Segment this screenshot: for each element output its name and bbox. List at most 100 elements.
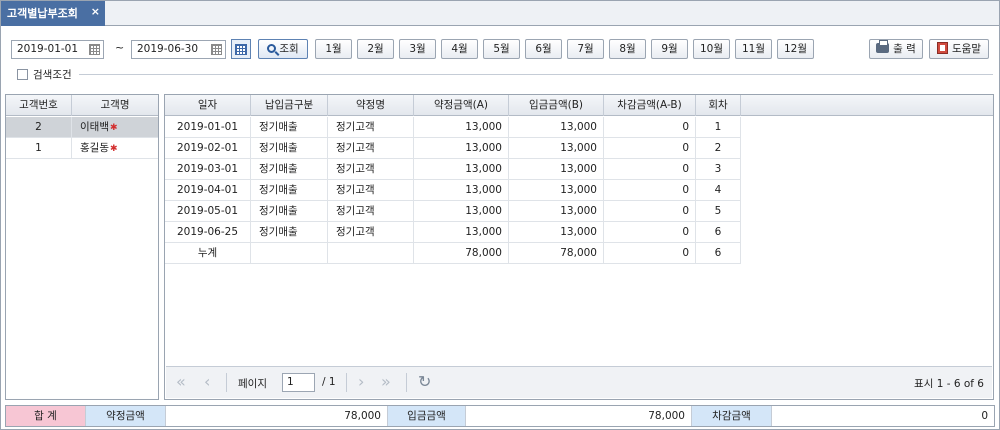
contract-amount-cell: 13,000 [414, 222, 509, 242]
page-number-input[interactable]: 1 [282, 373, 315, 392]
summary-contract-value: 78,000 [166, 406, 388, 426]
month-button-7[interactable]: 7월 [567, 39, 604, 59]
payment-type-cell [251, 243, 328, 263]
col-header-deduct-amount[interactable]: 차감금액(A-B) [604, 95, 696, 116]
print-button[interactable]: 출 력 [869, 39, 923, 59]
customer-name-cell: 홍길동✱ [72, 138, 158, 158]
page-label: 페이지 [238, 378, 267, 390]
deduct-amount-total-cell: 0 [604, 243, 696, 263]
customer-grid-header: 고객번호 고객명 [6, 95, 158, 116]
month-button-1[interactable]: 1월 [315, 39, 352, 59]
deduct-amount-cell: 0 [604, 201, 696, 221]
month-button-12[interactable]: 12월 [777, 39, 814, 59]
month-button-10[interactable]: 10월 [693, 39, 730, 59]
payment-type-cell: 정기매출 [251, 138, 328, 158]
round-cell: 4 [696, 180, 741, 200]
deposit-amount-cell: 13,000 [509, 201, 604, 221]
date-cell: 2019-03-01 [165, 159, 251, 179]
customer-name-text: 홍길동 [80, 142, 109, 154]
contract-name-cell: 정기고객 [328, 201, 414, 221]
payment-detail-grid: 일자 납입금구분 약정명 약정금액(A) 입금금액(B) 차감금액(A-B) 회… [164, 94, 994, 400]
month-button-6[interactable]: 6월 [525, 39, 562, 59]
col-header-deposit-amount[interactable]: 입금금액(B) [509, 95, 604, 116]
month-button-11[interactable]: 11월 [735, 39, 772, 59]
col-header-payment-type[interactable]: 납입금구분 [251, 95, 328, 116]
deposit-amount-cell: 13,000 [509, 159, 604, 179]
refresh-icon[interactable]: ↻ [418, 373, 431, 391]
help-button[interactable]: 도움말 [929, 39, 989, 59]
deposit-amount-cell: 13,000 [509, 180, 604, 200]
first-page-icon[interactable]: « [176, 373, 186, 391]
col-header-round[interactable]: 회차 [696, 95, 741, 116]
date-cell: 2019-02-01 [165, 138, 251, 158]
tab-strip: 고객별납부조회 × [1, 1, 999, 26]
prev-page-icon[interactable]: ‹ [204, 373, 210, 391]
month-button-2[interactable]: 2월 [357, 39, 394, 59]
last-page-icon[interactable]: » [381, 373, 391, 391]
required-star-icon: ✱ [109, 144, 118, 154]
calendar-picker-button[interactable] [231, 39, 251, 59]
search-conditions-toggle[interactable]: 검색조건 [17, 67, 72, 82]
deduct-amount-cell: 0 [604, 180, 696, 200]
col-header-customer-no[interactable]: 고객번호 [6, 95, 72, 116]
contract-amount-cell: 13,000 [414, 117, 509, 137]
month-button-3[interactable]: 3월 [399, 39, 436, 59]
contract-amount-cell: 13,000 [414, 159, 509, 179]
customer-no-cell: 1 [6, 138, 72, 158]
customer-no-cell: 2 [6, 117, 72, 137]
tab-customer-payment[interactable]: 고객별납부조회 × [1, 1, 105, 26]
col-header-customer-name[interactable]: 고객명 [72, 95, 158, 116]
month-button-9[interactable]: 9월 [651, 39, 688, 59]
search-conditions-checkbox[interactable] [17, 69, 28, 80]
search-icon [267, 44, 277, 53]
table-row[interactable]: 2019-06-25 정기매출 정기고객 13,000 13,000 0 6 [165, 222, 741, 243]
contract-name-cell: 정기고객 [328, 222, 414, 242]
deduct-amount-cell: 0 [604, 222, 696, 242]
payment-type-cell: 정기매출 [251, 117, 328, 137]
calendar-icon[interactable] [89, 44, 100, 55]
summary-contract-label: 약정금액 [86, 406, 166, 426]
search-button-label: 조회 [279, 43, 299, 55]
col-header-contract-amount[interactable]: 약정금액(A) [414, 95, 509, 116]
table-row[interactable]: 2019-03-01 정기매출 정기고객 13,000 13,000 0 3 [165, 159, 741, 180]
summary-total-label: 합 계 [6, 406, 86, 426]
table-row[interactable]: 2019-02-01 정기매출 정기고객 13,000 13,000 0 2 [165, 138, 741, 159]
date-from-field[interactable]: 2019-01-01 [11, 40, 104, 59]
calendar-icon[interactable] [211, 44, 222, 55]
round-cell: 1 [696, 117, 741, 137]
contract-amount-cell: 13,000 [414, 201, 509, 221]
contract-amount-cell: 13,000 [414, 138, 509, 158]
customer-row[interactable]: 1 홍길동✱ [6, 138, 158, 159]
next-page-icon[interactable]: › [358, 373, 364, 391]
search-button[interactable]: 조회 [258, 39, 308, 59]
deposit-amount-cell: 13,000 [509, 117, 604, 137]
customer-row[interactable]: 2 이태백✱ [6, 117, 158, 138]
month-button-4[interactable]: 4월 [441, 39, 478, 59]
round-cell: 2 [696, 138, 741, 158]
month-button-5[interactable]: 5월 [483, 39, 520, 59]
help-button-label: 도움말 [952, 43, 981, 55]
col-header-date[interactable]: 일자 [165, 95, 251, 116]
date-cell: 2019-01-01 [165, 117, 251, 137]
search-conditions-label: 검색조건 [33, 69, 72, 81]
col-header-contract-name[interactable]: 약정명 [328, 95, 414, 116]
summary-deposit-label: 입금금액 [388, 406, 466, 426]
date-cell: 2019-06-25 [165, 222, 251, 242]
deduct-amount-cell: 0 [604, 159, 696, 179]
deduct-amount-cell: 0 [604, 138, 696, 158]
contract-name-cell: 정기고객 [328, 159, 414, 179]
table-row[interactable]: 2019-04-01 정기매출 정기고객 13,000 13,000 0 4 [165, 180, 741, 201]
table-row[interactable]: 2019-05-01 정기매출 정기고객 13,000 13,000 0 5 [165, 201, 741, 222]
month-button-8[interactable]: 8월 [609, 39, 646, 59]
tab-close-icon[interactable]: × [91, 0, 100, 24]
date-range-separator: ~ [115, 41, 125, 54]
total-row[interactable]: 누계 78,000 78,000 0 6 [165, 243, 741, 264]
pager-divider [226, 373, 227, 392]
date-to-field[interactable]: 2019-06-30 [131, 40, 226, 59]
contract-name-cell: 정기고객 [328, 138, 414, 158]
pager-divider [346, 373, 347, 392]
page-total: / 1 [322, 376, 336, 388]
table-row[interactable]: 2019-01-01 정기매출 정기고객 13,000 13,000 0 1 [165, 117, 741, 138]
deposit-amount-total-cell: 78,000 [509, 243, 604, 263]
summary-deduct-label: 차감금액 [692, 406, 772, 426]
